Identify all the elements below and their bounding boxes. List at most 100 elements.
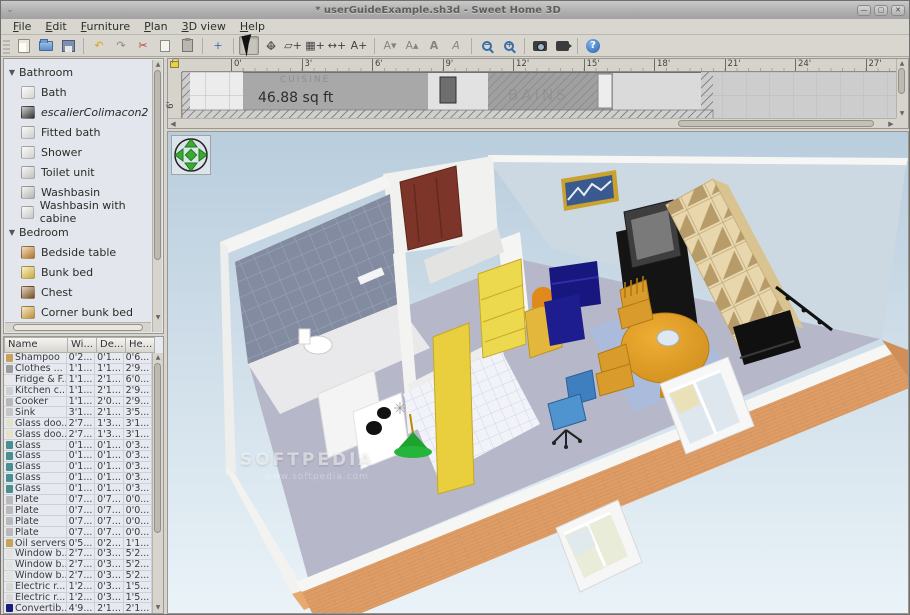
paste-button[interactable] [177, 36, 197, 55]
scroll-up-icon[interactable]: ▲ [153, 353, 163, 362]
increase-text-size-button: A▴ [402, 36, 422, 55]
plan-hscroll-thumb[interactable] [678, 120, 875, 127]
table-row[interactable]: Glass doo...2'7...1'3...3'1... [4, 418, 152, 429]
column-header-wi[interactable]: Wi... [68, 337, 97, 353]
table-row[interactable]: Window b...2'7...0'3...5'2... [4, 549, 152, 560]
menu-furniture[interactable]: Furniture [75, 20, 136, 33]
menu-plan[interactable]: Plan [138, 20, 173, 33]
table-row[interactable]: Shampoo0'2...0'1...0'6... [4, 353, 152, 364]
minimize-button[interactable]: — [857, 5, 871, 16]
table-scroll-thumb[interactable] [154, 363, 161, 533]
scroll-down-icon[interactable]: ▼ [153, 313, 163, 322]
column-header-de[interactable]: De... [97, 337, 126, 353]
new-home-button[interactable] [14, 36, 34, 55]
table-row[interactable]: Oil servers0'5...0'2...1'1... [4, 538, 152, 549]
table-vertical-scrollbar[interactable]: ▲ ▼ [152, 353, 163, 613]
collapse-triangle-icon[interactable]: ▼ [5, 68, 19, 77]
catalog-hscroll-thumb[interactable] [13, 324, 143, 331]
plan-horizontal-scrollbar[interactable]: ◀ ▶ [168, 118, 896, 128]
catalog-item-bedside-table[interactable]: Bedside table [5, 242, 152, 262]
table-row[interactable]: Glass0'1...0'1...0'3... [4, 473, 152, 484]
redo-button[interactable]: ↷ [111, 36, 131, 55]
catalog-category-bedroom[interactable]: ▼Bedroom [5, 222, 152, 242]
zoom-in-button[interactable]: + [499, 36, 519, 55]
scroll-down-icon[interactable]: ▼ [897, 109, 907, 118]
scroll-up-icon[interactable]: ▲ [153, 60, 163, 69]
menu-3d-view[interactable]: 3D view [176, 20, 232, 33]
help-button[interactable]: ? [583, 36, 603, 55]
plan-vertical-scrollbar[interactable]: ▲ ▼ [896, 59, 908, 118]
table-row[interactable]: Plate0'7...0'7...0'0... [4, 516, 152, 527]
table-row[interactable]: Glass0'1...0'1...0'3... [4, 484, 152, 495]
column-header-name[interactable]: Name [4, 337, 68, 353]
catalog-scroll-thumb[interactable] [154, 70, 161, 260]
scroll-left-icon[interactable]: ◀ [168, 119, 178, 129]
catalog-item-shower[interactable]: Shower [5, 142, 152, 162]
table-row[interactable]: Electric r...1'2...0'3...1'5... [4, 593, 152, 604]
create-walls-button[interactable]: ▱+ [283, 36, 303, 55]
select-button[interactable] [239, 36, 259, 55]
plan-vscroll-thumb[interactable] [898, 68, 905, 94]
toolbar-grip[interactable] [3, 38, 10, 54]
maximize-button[interactable]: ▢ [874, 5, 888, 16]
add-texts-button[interactable]: A+ [349, 36, 369, 55]
catalog-item-chest[interactable]: Chest [5, 282, 152, 302]
svg-text:BAINS: BAINS [508, 86, 569, 104]
title-bar[interactable]: ⌄ * userGuideExample.sh3d - Sweet Home 3… [1, 1, 909, 19]
navigation-compass[interactable] [171, 135, 211, 175]
table-row[interactable]: Plate0'7...0'7...0'0... [4, 505, 152, 516]
catalog-vertical-scrollbar[interactable]: ▲ ▼ [152, 60, 162, 332]
plan-canvas[interactable]: CUISINE 46.88 sq ft BAINS [182, 72, 896, 118]
menu-help[interactable]: Help [234, 20, 271, 33]
table-row[interactable]: Fridge & F...1'1...2'1...6'0... [4, 375, 152, 386]
zoom-out-button[interactable]: − [477, 36, 497, 55]
table-row[interactable]: Electric r...1'2...0'3...1'5... [4, 582, 152, 593]
scroll-up-icon[interactable]: ▲ [897, 59, 907, 68]
create-photo-button[interactable] [530, 36, 550, 55]
catalog-item-fitted-bath[interactable]: Fitted bath [5, 122, 152, 142]
table-row[interactable]: Kitchen c...1'1...2'1...2'9... [4, 386, 152, 397]
toggle-bold-button: A [424, 36, 444, 55]
scroll-down-icon[interactable]: ▼ [153, 603, 163, 612]
catalog-category-bathroom[interactable]: ▼Bathroom [5, 62, 152, 82]
pan-button[interactable]: ↔↕ [261, 36, 281, 55]
toggle-italic-icon: A [452, 40, 460, 51]
create-dimensions-button[interactable]: ↔+ [327, 36, 347, 55]
open-home-button[interactable] [36, 36, 56, 55]
catalog-item-bunk-bed[interactable]: Bunk bed [5, 262, 152, 282]
undo-button[interactable]: ↶ [89, 36, 109, 55]
catalog-horizontal-scrollbar[interactable] [5, 322, 151, 332]
table-row[interactable]: Glass0'1...0'1...0'3... [4, 462, 152, 473]
menu-file[interactable]: File [7, 20, 37, 33]
column-header-he[interactable]: He... [126, 337, 155, 353]
table-row[interactable]: Window b...2'7...0'3...5'2... [4, 571, 152, 582]
plan-view-panel[interactable]: 0'3'6'9'12'15'18'21'24'27' ▲ ▼ 6' [167, 58, 909, 129]
close-button[interactable]: ✕ [891, 5, 905, 16]
table-row[interactable]: Glass0'1...0'1...0'3... [4, 451, 152, 462]
table-row[interactable]: Plate0'7...0'7...0'0... [4, 527, 152, 538]
table-row[interactable]: Glass0'1...0'1...0'3... [4, 440, 152, 451]
create-video-button[interactable] [552, 36, 572, 55]
table-row[interactable]: Cooker1'1...2'0...2'9... [4, 397, 152, 408]
table-row[interactable]: Glass doo...2'7...1'3...3'1... [4, 429, 152, 440]
catalog-item-toilet-unit[interactable]: Toilet unit [5, 162, 152, 182]
catalog-item-escaliercolimacon2[interactable]: escalierColimacon2 [5, 102, 152, 122]
catalog-item-corner-bunk-bed[interactable]: Corner bunk bed [5, 302, 152, 322]
scroll-right-icon[interactable]: ▶ [886, 119, 896, 129]
save-home-button[interactable] [58, 36, 78, 55]
menu-edit[interactable]: Edit [39, 20, 72, 33]
copy-button[interactable] [155, 36, 175, 55]
catalog-item-bath[interactable]: Bath [5, 82, 152, 102]
collapse-triangle-icon[interactable]: ▼ [5, 228, 19, 237]
table-row[interactable]: Convertib...4'9...2'1...2'1... [4, 603, 152, 613]
create-rooms-button[interactable]: ▦+ [305, 36, 325, 55]
catalog-item-washbasin-with-cabine[interactable]: Washbasin with cabine [5, 202, 152, 222]
table-row[interactable]: Clothes ...1'1...1'1...2'9... [4, 364, 152, 375]
cut-button[interactable]: ✂ [133, 36, 153, 55]
3d-view-panel[interactable]: SOFTPEDIA www.softpedia.com [167, 131, 909, 614]
table-row[interactable]: Window b...2'7...0'3...5'2... [4, 560, 152, 571]
table-row[interactable]: Sink3'1...2'1...3'5... [4, 407, 152, 418]
window-menu-icon[interactable]: ⌄ [1, 1, 19, 19]
table-row[interactable]: Plate0'7...0'7...0'0... [4, 495, 152, 506]
add-furniture-button[interactable]: + [208, 36, 228, 55]
